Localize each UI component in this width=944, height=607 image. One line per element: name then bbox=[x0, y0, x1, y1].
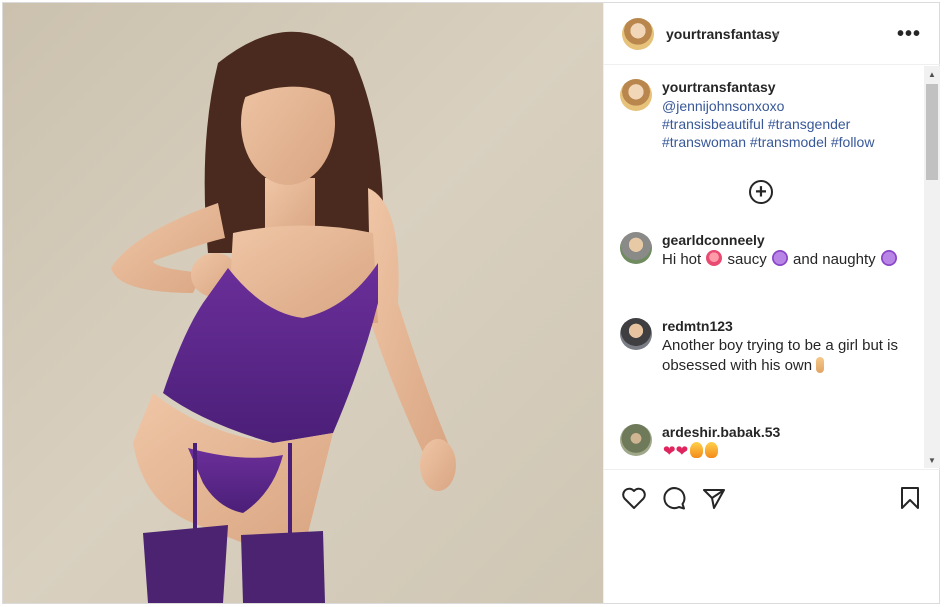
scroll-up-arrow-icon[interactable]: ▲ bbox=[924, 66, 940, 82]
share-button[interactable] bbox=[700, 484, 728, 512]
like-button[interactable] bbox=[620, 484, 648, 512]
scroll-down-arrow-icon[interactable]: ▼ bbox=[924, 452, 940, 468]
post-photo[interactable] bbox=[3, 3, 603, 603]
caption-text: @jennijohnsonxoxo #transisbeautiful #tra… bbox=[662, 97, 920, 151]
middle-finger-icon bbox=[816, 357, 825, 373]
comment-text: Hi hot saucy and naughty bbox=[662, 250, 920, 270]
red-heart-text: ❤❤ bbox=[663, 443, 689, 460]
caption-username[interactable]: yourtransfantasy bbox=[662, 79, 776, 95]
comment-bubble-icon bbox=[663, 487, 686, 510]
bookmark-icon bbox=[901, 487, 919, 509]
caption-line[interactable]: #transisbeautiful #transgender bbox=[662, 115, 920, 133]
comment-username[interactable]: gearldconneely bbox=[662, 232, 765, 248]
comment-text-part: Hi hot bbox=[662, 251, 706, 268]
caption-line[interactable]: #transwoman #transmodel #follow bbox=[662, 133, 920, 151]
post-sidebar: yourtransfantasy • ••• yourtransfantasy … bbox=[603, 3, 940, 603]
comment-username[interactable]: ardeshir.babak.53 bbox=[662, 424, 780, 440]
caption-avatar[interactable] bbox=[620, 79, 652, 111]
comments-list[interactable]: yourtransfantasy @jennijohnsonxoxo #tran… bbox=[604, 66, 924, 468]
comment-text: ❤❤ bbox=[662, 442, 920, 462]
fire-icon bbox=[690, 442, 704, 458]
comment-text-part: saucy bbox=[723, 251, 771, 268]
comment-button[interactable] bbox=[660, 484, 688, 512]
plus-circle-icon: + bbox=[755, 181, 767, 203]
load-more-comments-button[interactable]: + bbox=[749, 180, 773, 204]
commenter-avatar[interactable] bbox=[620, 232, 652, 264]
more-options-button[interactable]: ••• bbox=[894, 21, 924, 47]
comment-text: Another boy trying to be a girl but is o… bbox=[662, 336, 920, 376]
commenter-avatar[interactable] bbox=[620, 318, 652, 350]
fire-icon bbox=[705, 442, 719, 458]
scrollbar-thumb[interactable] bbox=[926, 84, 938, 180]
comment-username[interactable]: redmtn123 bbox=[662, 318, 733, 334]
hot-face-icon bbox=[706, 250, 723, 266]
save-button[interactable] bbox=[896, 484, 924, 512]
post-header: yourtransfantasy • ••• bbox=[604, 3, 940, 65]
comments-scrollbar[interactable]: ▲ ▼ bbox=[924, 66, 940, 468]
comment-text-part: and naughty bbox=[788, 251, 880, 268]
author-avatar[interactable] bbox=[622, 18, 654, 50]
commenter-avatar[interactable] bbox=[620, 424, 652, 456]
ellipsis-icon: ••• bbox=[896, 22, 921, 45]
smiling-devil-icon bbox=[771, 250, 788, 266]
heart-icon bbox=[622, 487, 646, 509]
paper-plane-icon bbox=[703, 489, 725, 509]
photo-illustration bbox=[3, 3, 603, 603]
caption-line[interactable]: @jennijohnsonxoxo bbox=[662, 97, 920, 115]
header-separator: • bbox=[774, 26, 779, 42]
author-username[interactable]: yourtransfantasy bbox=[666, 26, 780, 42]
smiling-devil-icon bbox=[880, 250, 897, 266]
post-window: yourtransfantasy • ••• yourtransfantasy … bbox=[2, 2, 940, 604]
comment-text-part: Another boy trying to be a girl but is o… bbox=[662, 337, 898, 374]
post-actions-bar bbox=[604, 469, 940, 525]
